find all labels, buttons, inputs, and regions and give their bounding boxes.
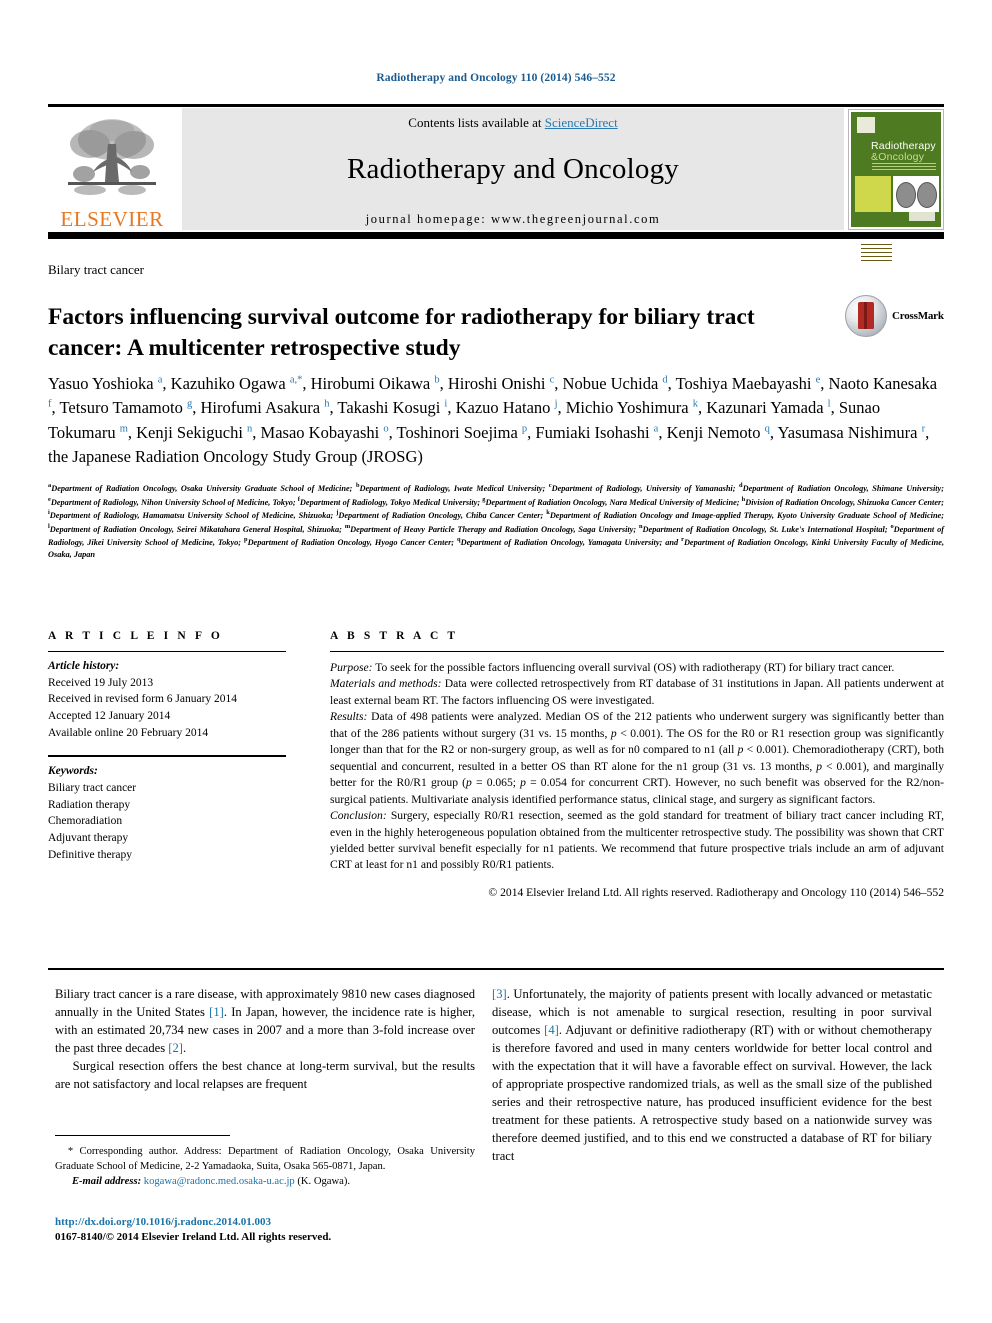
- article-info-column: A R T I C L E I N F O Article history: R…: [48, 630, 286, 863]
- abstract-heading: A B S T R A C T: [330, 630, 459, 642]
- journal-article-page: Radiotherapy and Oncology 110 (2014) 546…: [0, 0, 992, 1323]
- keyword-item: Definitive therapy: [48, 848, 132, 861]
- abstract-copyright: © 2014 Elsevier Ireland Ltd. All rights …: [488, 885, 944, 899]
- affiliation-list: aDepartment of Radiation Oncology, Osaka…: [48, 482, 945, 559]
- running-head: Radiotherapy and Oncology 110 (2014) 546…: [376, 72, 616, 84]
- history-item: Available online 20 February 2014: [48, 726, 209, 739]
- page-title: Factors influencing survival outcome for…: [48, 303, 755, 361]
- keyword-item: Biliary tract cancer: [48, 782, 137, 795]
- keywords-label: Keywords:: [48, 765, 98, 778]
- elsevier-tree-icon: [68, 119, 156, 195]
- elsevier-logo: ELSEVIER: [48, 107, 176, 232]
- cover-yellow-block: [855, 176, 892, 264]
- keywords: Keywords: Biliary tract cancer Radiation…: [48, 763, 286, 863]
- history-item: Received 19 July 2013: [48, 676, 154, 689]
- article-history: Article history: Received 19 July 2013 R…: [48, 658, 286, 741]
- cover-title-line2: &Oncology: [871, 151, 925, 163]
- issn-copyright-line: 0167-8140/© 2014 Elsevier Ireland Ltd. A…: [55, 1231, 332, 1243]
- journal-title: Radiotherapy and Oncology: [347, 153, 679, 185]
- author-list: Yasuo Yoshioka a, Kazuhiko Ogawa a,*, Hi…: [48, 374, 938, 467]
- sciencedirect-link[interactable]: ScienceDirect: [545, 115, 618, 130]
- journal-homepage[interactable]: journal homepage: www.thegreenjournal.co…: [366, 212, 661, 227]
- abstract-column: A B S T R A C T Purpose: To seek for the…: [330, 630, 944, 899]
- doi-link[interactable]: http://dx.doi.org/10.1016/j.radonc.2014.…: [55, 1216, 495, 1228]
- journal-masthead: ELSEVIER Contents lists available at Sci…: [48, 104, 944, 264]
- abstract-text: Purpose: To seek for the possible factor…: [330, 661, 945, 872]
- contents-line: Contents lists available at ScienceDirec…: [408, 115, 617, 131]
- keyword-item: Radiation therapy: [48, 798, 131, 811]
- article-info-heading: A R T I C L E I N F O: [48, 630, 223, 642]
- contents-prefix: Contents lists available at: [408, 115, 545, 130]
- masthead-center: Contents lists available at ScienceDirec…: [182, 108, 844, 230]
- article-section-label: Bilary tract cancer: [48, 262, 144, 277]
- history-item: Received in revised form 6 January 2014: [48, 693, 238, 706]
- cover-subtitle-lines: [872, 163, 936, 170]
- crossmark-label: CrossMark: [892, 310, 944, 322]
- journal-cover-thumbnail: Radiotherapy &Oncology: [848, 109, 944, 264]
- body-column-left: Biliary tract cancer is a rare disease, …: [55, 987, 475, 1091]
- cover-scan-image: [893, 176, 939, 212]
- article-history-label: Article history:: [48, 660, 120, 672]
- history-item: Accepted 12 January 2014: [48, 710, 171, 723]
- elsevier-wordmark: ELSEVIER: [60, 207, 164, 231]
- cover-publisher-badge: [857, 117, 875, 133]
- crossmark-icon: [845, 295, 887, 337]
- abstract-bottom-rule: [48, 968, 944, 970]
- cover-society-logo: [909, 212, 935, 221]
- footnote-rule: [55, 1135, 230, 1136]
- crossmark-badge[interactable]: CrossMark: [845, 292, 945, 340]
- masthead-bottom-rule: [48, 232, 944, 239]
- body-column-right: [3]. Unfortunately, the majority of pati…: [492, 987, 933, 1163]
- keyword-item: Adjuvant therapy: [48, 832, 129, 845]
- keyword-item: Chemoradiation: [48, 815, 123, 828]
- corresponding-author-footnote: * Corresponding author. Address: Departm…: [55, 1146, 475, 1188]
